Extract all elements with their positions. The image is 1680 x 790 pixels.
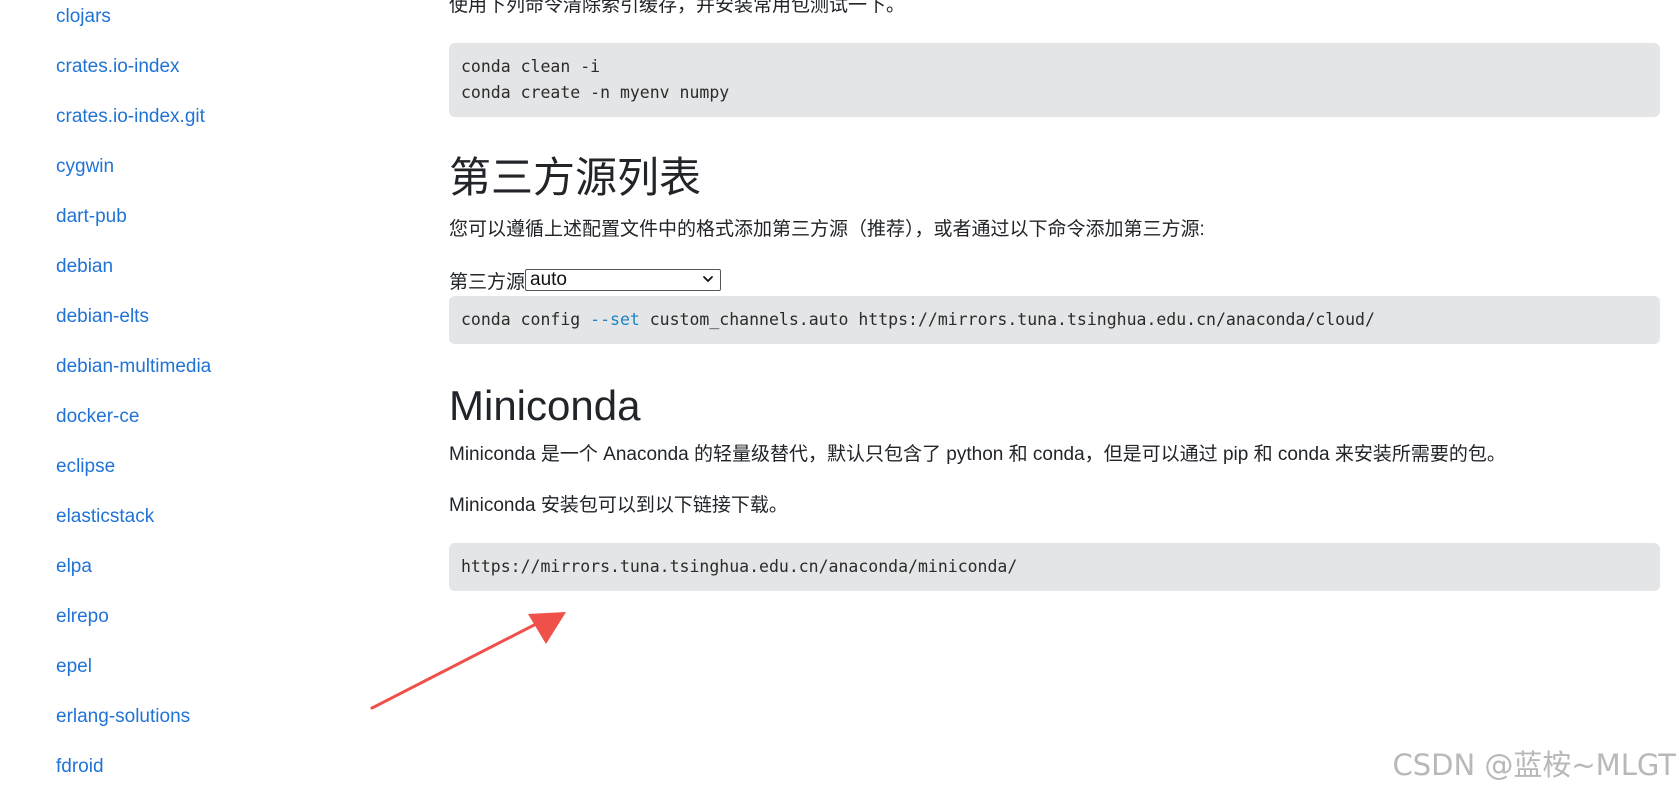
code-text: custom_channels.auto https://mirrors.tun… xyxy=(639,310,1375,329)
sidebar-item-elpa[interactable]: elpa xyxy=(56,555,92,579)
code-line: conda clean -i xyxy=(461,57,601,76)
sidebar-item-elasticstack[interactable]: elasticstack xyxy=(56,505,154,529)
third-party-select[interactable]: auto xyxy=(525,269,722,291)
sidebar-item-debian-elts[interactable]: debian-elts xyxy=(56,305,149,329)
watermark: CSDN @蓝桉~MLGT xyxy=(1392,748,1676,782)
third-party-select-row: 第三方源 auto xyxy=(449,268,722,293)
third-party-select-label: 第三方源 xyxy=(449,271,526,293)
code-line: conda create -n myenv numpy xyxy=(461,83,730,102)
code-line: conda config --set custom_channels.auto … xyxy=(461,307,1648,333)
intro-text: 使用下列命令清除索引缓存，并安装常用包测试一下。 xyxy=(449,0,906,16)
annotation-arrow-icon xyxy=(370,612,566,710)
sidebar-item-fdroid[interactable]: fdroid xyxy=(56,755,104,779)
sidebar-item-clojars[interactable]: clojars xyxy=(56,5,111,29)
miniconda-description: Miniconda 是一个 Anaconda 的轻量级替代，默认只包含了 pyt… xyxy=(449,444,1506,465)
code-block-conda-config[interactable]: conda config --set custom_channels.auto … xyxy=(449,296,1660,344)
sidebar-item-docker-ce[interactable]: docker-ce xyxy=(56,405,139,429)
sidebar-item-epel[interactable]: epel xyxy=(56,655,92,679)
code-text: conda config xyxy=(461,310,591,329)
miniconda-heading: Miniconda xyxy=(449,382,641,429)
code-block-conda-clean[interactable]: conda clean -i conda create -n myenv num… xyxy=(449,43,1660,117)
sidebar-item-debian-multimedia[interactable]: debian-multimedia xyxy=(56,355,211,379)
sidebar-item-dart-pub[interactable]: dart-pub xyxy=(56,205,127,229)
sidebar: clojars crates.io-index crates.io-index.… xyxy=(0,0,380,790)
sidebar-item-crates-io-index-git[interactable]: crates.io-index.git xyxy=(56,105,205,129)
miniconda-download-text: Miniconda 安装包可以到以下链接下载。 xyxy=(449,495,788,516)
third-party-description: 您可以遵循上述配置文件中的格式添加第三方源（推荐），或者通过以下命令添加第三方源… xyxy=(449,219,1205,240)
sidebar-item-crates-io-index[interactable]: crates.io-index xyxy=(56,55,180,79)
code-keyword: --set xyxy=(590,310,640,329)
third-party-heading: 第三方源列表 xyxy=(449,154,702,201)
sidebar-item-erlang-solutions[interactable]: erlang-solutions xyxy=(56,705,190,729)
chevron-down-icon xyxy=(703,276,713,282)
code-line: https://mirrors.tuna.tsinghua.edu.cn/ana… xyxy=(461,557,1018,576)
sidebar-item-debian[interactable]: debian xyxy=(56,255,113,279)
sidebar-item-cygwin[interactable]: cygwin xyxy=(56,155,114,179)
main-content: 使用下列命令清除索引缓存，并安装常用包测试一下。 conda clean -i … xyxy=(449,0,1660,790)
select-value: auto xyxy=(530,269,567,290)
page: clojars crates.io-index crates.io-index.… xyxy=(0,0,1680,790)
sidebar-item-elrepo[interactable]: elrepo xyxy=(56,605,109,629)
sidebar-item-eclipse[interactable]: eclipse xyxy=(56,455,115,479)
code-block-miniconda-url[interactable]: https://mirrors.tuna.tsinghua.edu.cn/ana… xyxy=(449,543,1660,591)
